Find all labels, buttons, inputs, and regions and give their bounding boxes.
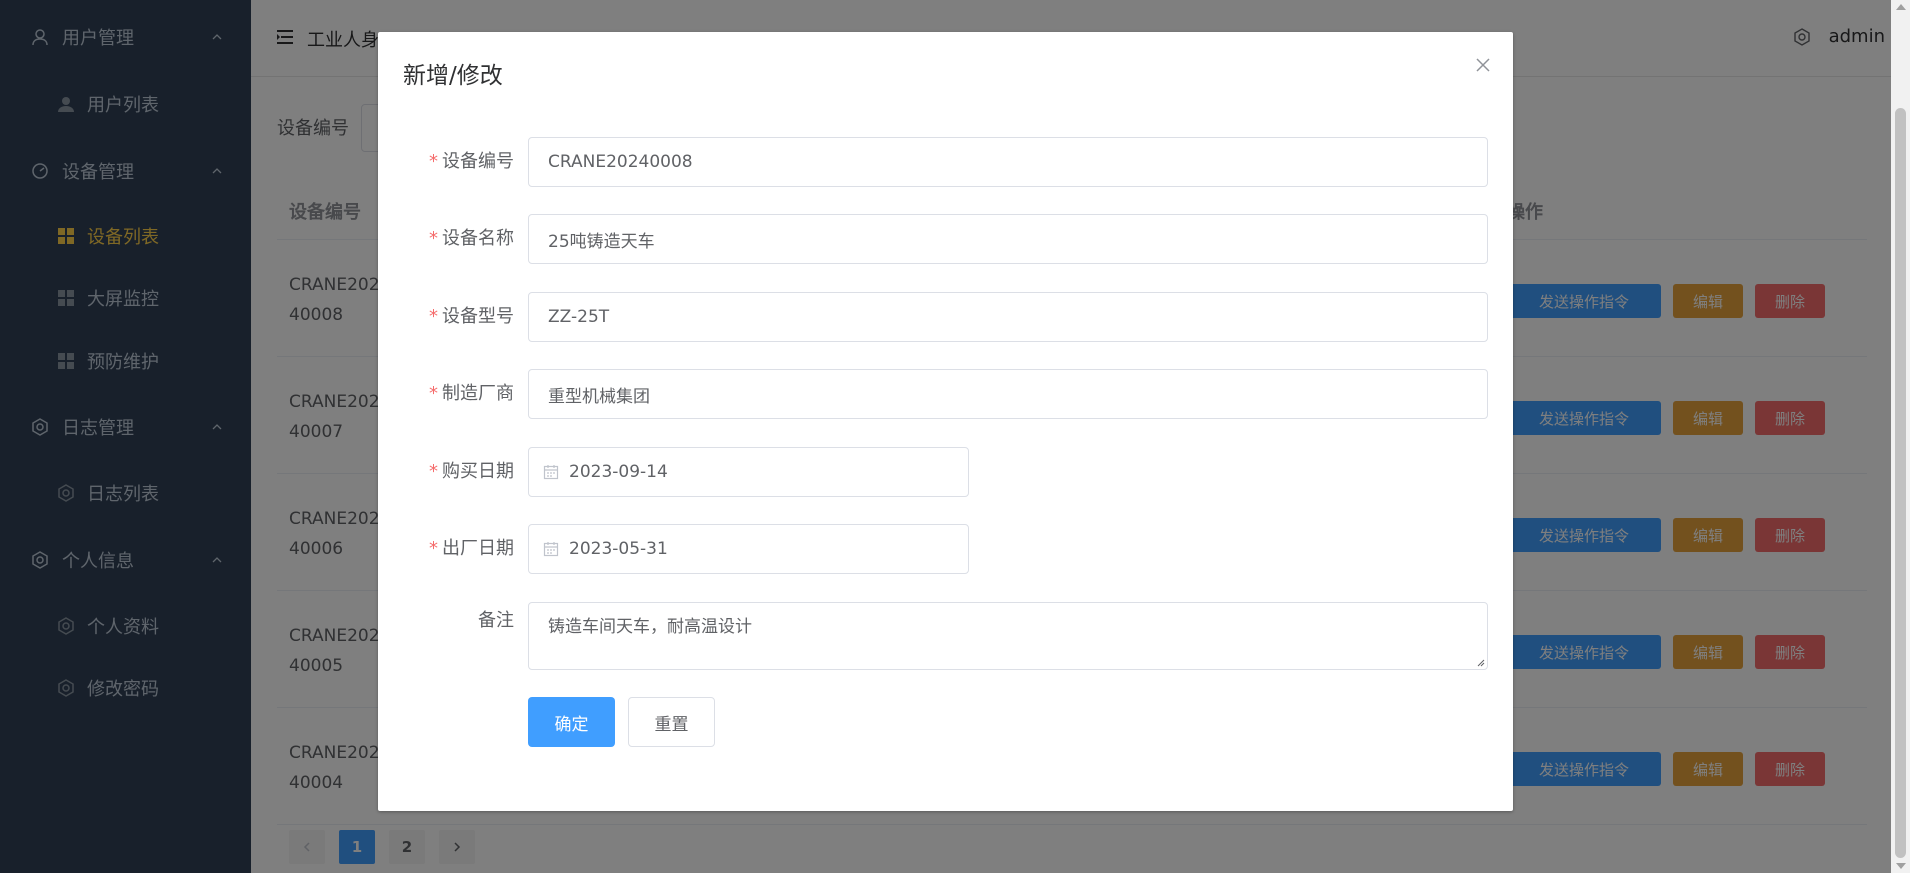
purchase-date-picker[interactable]: 2023-09-14	[528, 447, 969, 497]
scroll-thumb[interactable]	[1895, 108, 1906, 858]
edit-dialog: 新增/修改 * 设备编号 CRANE20240008 * 设备名称 25吨铸造天车 …	[378, 32, 1513, 811]
dialog-title: 新增/修改	[403, 63, 503, 89]
page-scrollbar[interactable]	[1891, 0, 1910, 873]
field-label: * 制造厂商	[429, 383, 514, 404]
close-icon[interactable]	[1475, 57, 1491, 73]
manufacturer-input[interactable]: 重型机械集团	[528, 369, 1488, 419]
device-code-input[interactable]: CRANE20240008	[528, 137, 1488, 187]
field-label: * 设备编号	[429, 151, 514, 172]
device-model-input[interactable]: ZZ-25T	[528, 292, 1488, 342]
factory-date-value: 2023-05-31	[569, 539, 668, 559]
resize-grip-icon[interactable]	[1475, 657, 1485, 667]
scroll-down-arrow[interactable]	[1896, 863, 1906, 869]
factory-date-picker[interactable]: 2023-05-31	[528, 524, 969, 574]
confirm-button[interactable]: 确定	[528, 697, 615, 747]
remark-value: 铸造车间天车，耐高温设计	[548, 617, 752, 637]
device-name-input[interactable]: 25吨铸造天车	[528, 214, 1488, 264]
field-label: 备注	[478, 610, 514, 631]
field-label: * 购买日期	[429, 461, 514, 482]
calendar-icon	[543, 465, 559, 480]
app: 用户管理 用户列表 设备管理 设备列表 大屏监控 预防维护 日志管理	[0, 0, 1910, 873]
purchase-date-value: 2023-09-14	[569, 462, 668, 482]
remark-textarea[interactable]: 铸造车间天车，耐高温设计	[528, 602, 1488, 670]
calendar-icon	[543, 542, 559, 557]
field-label: * 设备名称	[429, 228, 514, 249]
reset-button[interactable]: 重置	[628, 697, 715, 747]
scroll-up-arrow[interactable]	[1896, 4, 1906, 10]
field-label: * 出厂日期	[429, 538, 514, 559]
field-label: * 设备型号	[429, 306, 514, 327]
